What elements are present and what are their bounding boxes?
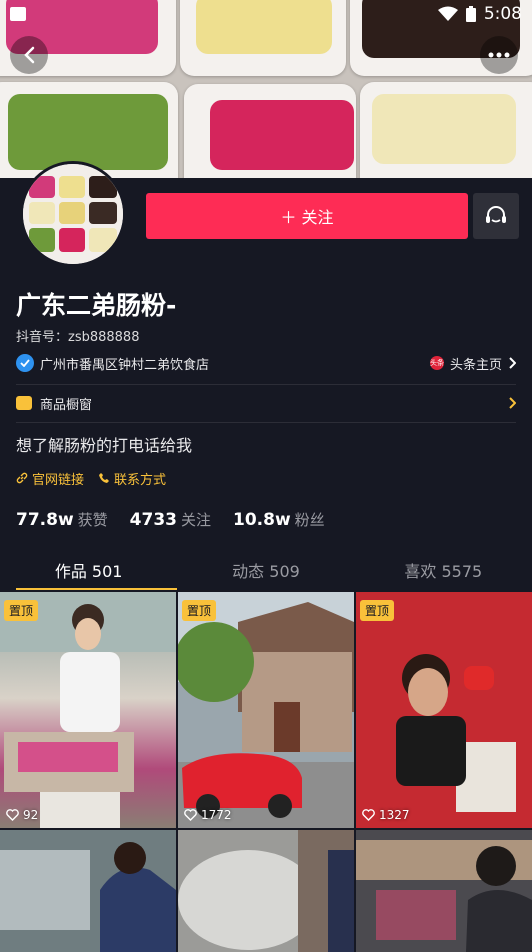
shop-window-row[interactable]: 商品橱窗: [16, 393, 516, 413]
headset-icon: [486, 206, 506, 223]
stat-followers-count: 10.8w: [233, 509, 291, 530]
avatar[interactable]: [20, 161, 126, 267]
video-thumbnail[interactable]: [356, 830, 532, 952]
video-likes-count: 1772: [201, 808, 232, 822]
stat-likes[interactable]: 77.8w 获赞: [16, 509, 108, 530]
verified-text: 广州市番禺区钟村二弟饮食店: [40, 357, 210, 373]
profile-tabs: 作品 501 动态 509 喜欢 5575: [0, 548, 532, 592]
shop-icon: [16, 396, 32, 410]
video-thumbnail[interactable]: 置顶 1327: [356, 592, 532, 828]
stat-followers[interactable]: 10.8w 粉丝: [233, 509, 325, 530]
video-thumbnail-image: [356, 830, 532, 952]
stat-likes-count: 77.8w: [16, 509, 74, 530]
video-thumbnail-image: [0, 592, 176, 828]
stat-followers-label: 粉丝: [294, 510, 325, 529]
stat-following-count: 4733: [129, 509, 177, 530]
pinned-badge: 置顶: [4, 600, 39, 621]
more-dots-icon: [488, 52, 510, 58]
avatar-image: [23, 164, 123, 264]
video-likes: 1772: [184, 808, 232, 822]
profile-stats: 77.8w 获赞 4733 关注 10.8w 粉丝: [16, 507, 516, 531]
battery-icon: [465, 6, 476, 22]
back-button[interactable]: [10, 36, 48, 74]
more-button[interactable]: [480, 36, 518, 74]
message-button[interactable]: [473, 193, 519, 239]
clock-time: 5:08: [483, 4, 522, 24]
website-link[interactable]: 官网链接: [16, 469, 84, 488]
video-likes-count: 92: [23, 808, 39, 822]
wifi-icon: [437, 6, 458, 21]
video-thumbnail-image: [178, 592, 354, 828]
douyin-id: 抖音号：zsb888888: [16, 330, 140, 345]
stat-following[interactable]: 4733 关注: [130, 509, 211, 530]
chevron-right-icon: [509, 357, 516, 369]
contact-link-label: 联系方式: [114, 472, 167, 488]
phone-icon: [99, 473, 110, 483]
tab-likes[interactable]: 喜欢 5575: [355, 548, 532, 592]
video-thumbnail[interactable]: [178, 830, 354, 952]
heart-icon: [362, 809, 375, 821]
verified-icon: [16, 354, 34, 372]
divider: [16, 384, 516, 385]
tab-works[interactable]: 作品 501: [0, 548, 178, 592]
website-link-label: 官网链接: [32, 472, 85, 488]
video-grid: 置顶 92 置顶 1772 置顶 1327: [0, 592, 532, 952]
video-thumbnail-image: [356, 592, 532, 828]
video-thumbnail-image: [0, 830, 176, 952]
video-thumbnail-image: [178, 830, 354, 952]
pinned-badge: 置顶: [360, 600, 395, 621]
video-likes: 1327: [362, 808, 410, 822]
follow-button[interactable]: ＋ 关注: [146, 193, 468, 239]
heart-icon: [184, 809, 197, 821]
video-thumbnail[interactable]: [0, 830, 176, 952]
notification-icon: [10, 7, 26, 21]
bio-text: 想了解肠粉的打电话给我: [16, 436, 193, 455]
shop-label: 商品橱窗: [40, 397, 93, 413]
back-arrow-icon: [24, 46, 35, 64]
divider: [16, 422, 516, 423]
follow-button-label: ＋ 关注: [280, 208, 334, 227]
heart-icon: [6, 809, 19, 821]
link-icon: [16, 472, 28, 484]
toutiao-label: 头条主页: [449, 357, 502, 373]
video-likes-count: 1327: [379, 808, 410, 822]
stat-likes-label: 获赞: [77, 510, 108, 529]
chevron-right-icon: [509, 397, 516, 409]
tab-moments[interactable]: 动态 509: [177, 548, 354, 592]
toutiao-link[interactable]: 头条 头条主页: [429, 354, 516, 373]
pinned-badge: 置顶: [182, 600, 217, 621]
verification-row: 广州市番禺区钟村二弟饮食店 头条 头条主页: [16, 353, 516, 373]
toutiao-icon: 头条: [429, 356, 444, 370]
status-bar: 5:08: [0, 0, 532, 28]
contact-link[interactable]: 联系方式: [98, 469, 166, 488]
profile-name: 广东二弟肠粉-: [16, 291, 177, 320]
video-thumbnail[interactable]: 置顶 92: [0, 592, 176, 828]
video-thumbnail[interactable]: 置顶 1772: [178, 592, 354, 828]
video-likes: 92: [6, 808, 38, 822]
profile-links: 官网链接 联系方式: [16, 468, 516, 488]
stat-following-label: 关注: [181, 510, 212, 529]
